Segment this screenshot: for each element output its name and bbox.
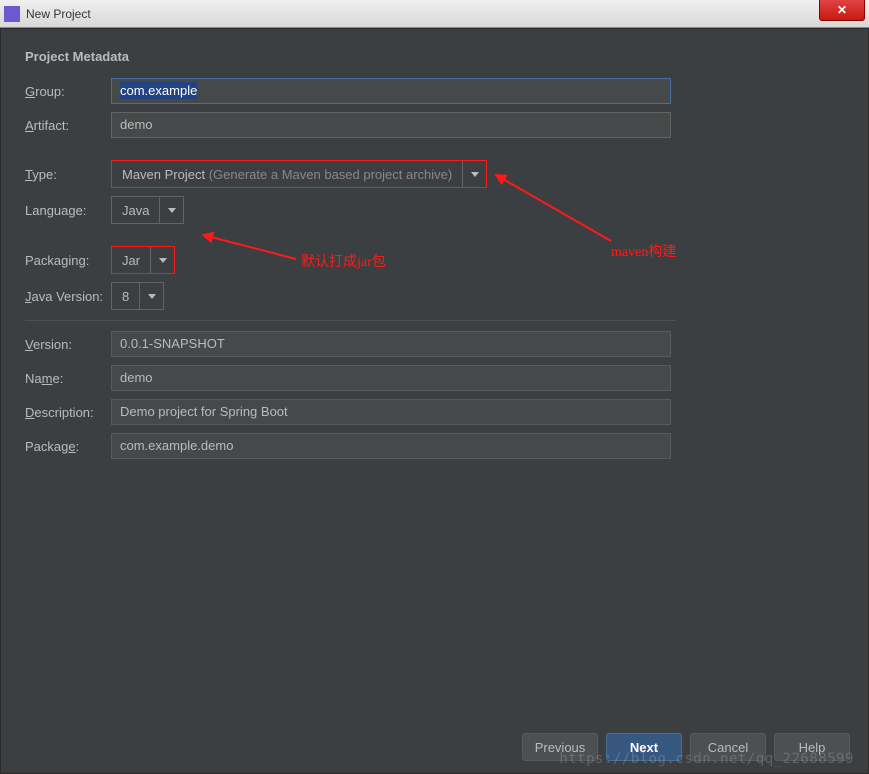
group-input[interactable]: com.example: [111, 78, 671, 104]
language-value: Java: [112, 203, 159, 218]
label-package: Package:: [25, 439, 111, 454]
window-title: New Project: [26, 7, 91, 21]
chevron-down-icon: [139, 283, 163, 309]
package-input[interactable]: com.example.demo: [111, 433, 671, 459]
label-language: Language:: [25, 203, 111, 218]
label-version: Version:: [25, 337, 111, 352]
artifact-input[interactable]: demo: [111, 112, 671, 138]
label-group: Group:: [25, 84, 111, 99]
type-value: Maven Project: [122, 167, 205, 182]
packaging-dropdown[interactable]: Jar: [111, 246, 175, 274]
close-button[interactable]: ✕: [819, 0, 865, 21]
type-dropdown[interactable]: Maven Project (Generate a Maven based pr…: [111, 160, 487, 188]
language-dropdown[interactable]: Java: [111, 196, 184, 224]
label-java-version: Java Version:: [25, 289, 111, 304]
label-type: Type:: [25, 167, 111, 182]
name-input[interactable]: demo: [111, 365, 671, 391]
packaging-value: Jar: [112, 253, 150, 268]
chevron-down-icon: [159, 197, 183, 223]
chevron-down-icon: [150, 247, 174, 273]
description-input[interactable]: Demo project for Spring Boot: [111, 399, 671, 425]
type-hint: (Generate a Maven based project archive): [209, 167, 453, 182]
app-icon: [4, 6, 20, 22]
version-input[interactable]: 0.0.1-SNAPSHOT: [111, 331, 671, 357]
dialog-body: Project Metadata Group: com.example Arti…: [0, 28, 869, 774]
label-name: Name:: [25, 371, 111, 386]
label-packaging: Packaging:: [25, 253, 111, 268]
label-description: Description:: [25, 405, 111, 420]
annotation-jar: 默认打成jar包: [301, 251, 386, 271]
java-version-dropdown[interactable]: 8: [111, 282, 164, 310]
chevron-down-icon: [462, 161, 486, 187]
close-icon: ✕: [837, 3, 847, 17]
label-artifact: Artifact:: [25, 118, 111, 133]
watermark-text: https://blog.csdn.net/qq_22688599: [559, 751, 854, 767]
section-title: Project Metadata: [25, 49, 844, 64]
window-titlebar: New Project ✕: [0, 0, 869, 28]
annotation-maven: maven构建: [611, 241, 676, 261]
java-version-value: 8: [112, 289, 139, 304]
